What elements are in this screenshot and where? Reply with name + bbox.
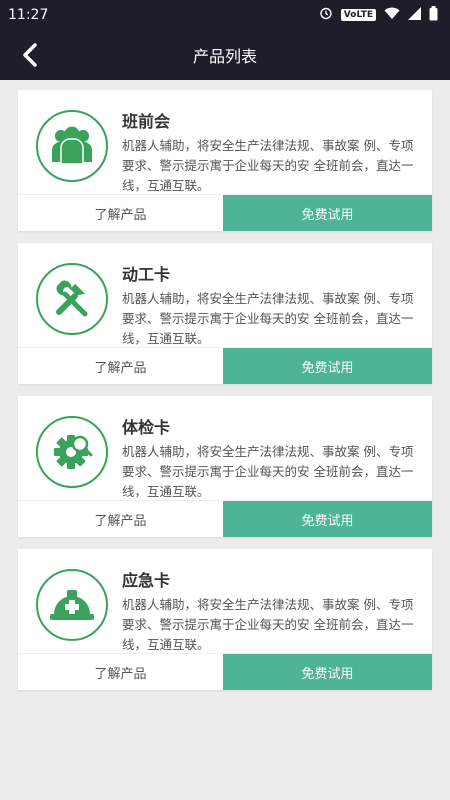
free-trial-button[interactable]: 免费试用: [223, 501, 432, 537]
battery-icon: [429, 5, 438, 25]
product-card-actions: 了解产品 免费试用: [18, 347, 432, 384]
learn-product-button[interactable]: 了解产品: [18, 195, 223, 231]
product-title: 应急卡: [122, 571, 171, 590]
wifi-icon: [384, 7, 400, 24]
back-arrow-icon: [23, 43, 37, 67]
alarm-icon: [319, 6, 333, 24]
learn-product-button[interactable]: 了解产品: [18, 348, 223, 384]
free-trial-button[interactable]: 免费试用: [223, 195, 432, 231]
product-title: 体检卡: [122, 418, 171, 437]
product-list: 班前会 机器人辅助，将安全生产法律法规、事故案 例、专项要求、警示提示寓于企业每…: [0, 80, 450, 690]
product-card-body[interactable]: 体检卡 机器人辅助，将安全生产法律法规、事故案 例、专项要求、警示提示寓于企业每…: [18, 396, 432, 500]
product-card-banqianhui: 班前会 机器人辅助，将安全生产法律法规、事故案 例、专项要求、警示提示寓于企业每…: [18, 90, 432, 231]
product-card-actions: 了解产品 免费试用: [18, 500, 432, 537]
product-card-tijianka: 体检卡 机器人辅助，将安全生产法律法规、事故案 例、专项要求、警示提示寓于企业每…: [18, 396, 432, 537]
helmet-icon: [36, 569, 108, 641]
learn-product-button[interactable]: 了解产品: [18, 654, 223, 690]
product-title: 班前会: [122, 112, 171, 131]
tools-icon: [36, 263, 108, 335]
status-icons: VoLTE: [319, 5, 438, 25]
product-title: 动工卡: [122, 265, 171, 284]
volte-badge: VoLTE: [340, 9, 376, 21]
product-card-yingjika: 应急卡 机器人辅助，将安全生产法律法规、事故案 例、专项要求、警示提示寓于企业每…: [18, 549, 432, 690]
nav-bar: 产品列表: [0, 30, 450, 80]
back-button[interactable]: [10, 35, 50, 75]
free-trial-button[interactable]: 免费试用: [223, 654, 432, 690]
page-title: 产品列表: [192, 47, 257, 66]
status-time: 11:27: [8, 7, 49, 23]
status-bar: 11:27 VoLTE: [0, 0, 450, 30]
product-card-body[interactable]: 动工卡 机器人辅助，将安全生产法律法规、事故案 例、专项要求、警示提示寓于企业每…: [18, 243, 432, 347]
product-card-actions: 了解产品 免费试用: [18, 653, 432, 690]
learn-product-button[interactable]: 了解产品: [18, 501, 223, 537]
gear-search-icon: [36, 416, 108, 488]
product-description: 机器人辅助，将安全生产法律法规、事故案 例、专项要求、警示提示寓于企业每天的安 …: [122, 291, 414, 346]
product-card-body[interactable]: 应急卡 机器人辅助，将安全生产法律法规、事故案 例、专项要求、警示提示寓于企业每…: [18, 549, 432, 653]
product-card-donggongka: 动工卡 机器人辅助，将安全生产法律法规、事故案 例、专项要求、警示提示寓于企业每…: [18, 243, 432, 384]
product-card-body[interactable]: 班前会 机器人辅助，将安全生产法律法规、事故案 例、专项要求、警示提示寓于企业每…: [18, 90, 432, 194]
product-description: 机器人辅助，将安全生产法律法规、事故案 例、专项要求、警示提示寓于企业每天的安 …: [122, 597, 414, 652]
free-trial-button[interactable]: 免费试用: [223, 348, 432, 384]
product-description: 机器人辅助，将安全生产法律法规、事故案 例、专项要求、警示提示寓于企业每天的安 …: [122, 138, 414, 193]
product-card-actions: 了解产品 免费试用: [18, 194, 432, 231]
product-description: 机器人辅助，将安全生产法律法规、事故案 例、专项要求、警示提示寓于企业每天的安 …: [122, 444, 414, 499]
team-icon: [36, 110, 108, 182]
signal-icon: [408, 6, 421, 24]
